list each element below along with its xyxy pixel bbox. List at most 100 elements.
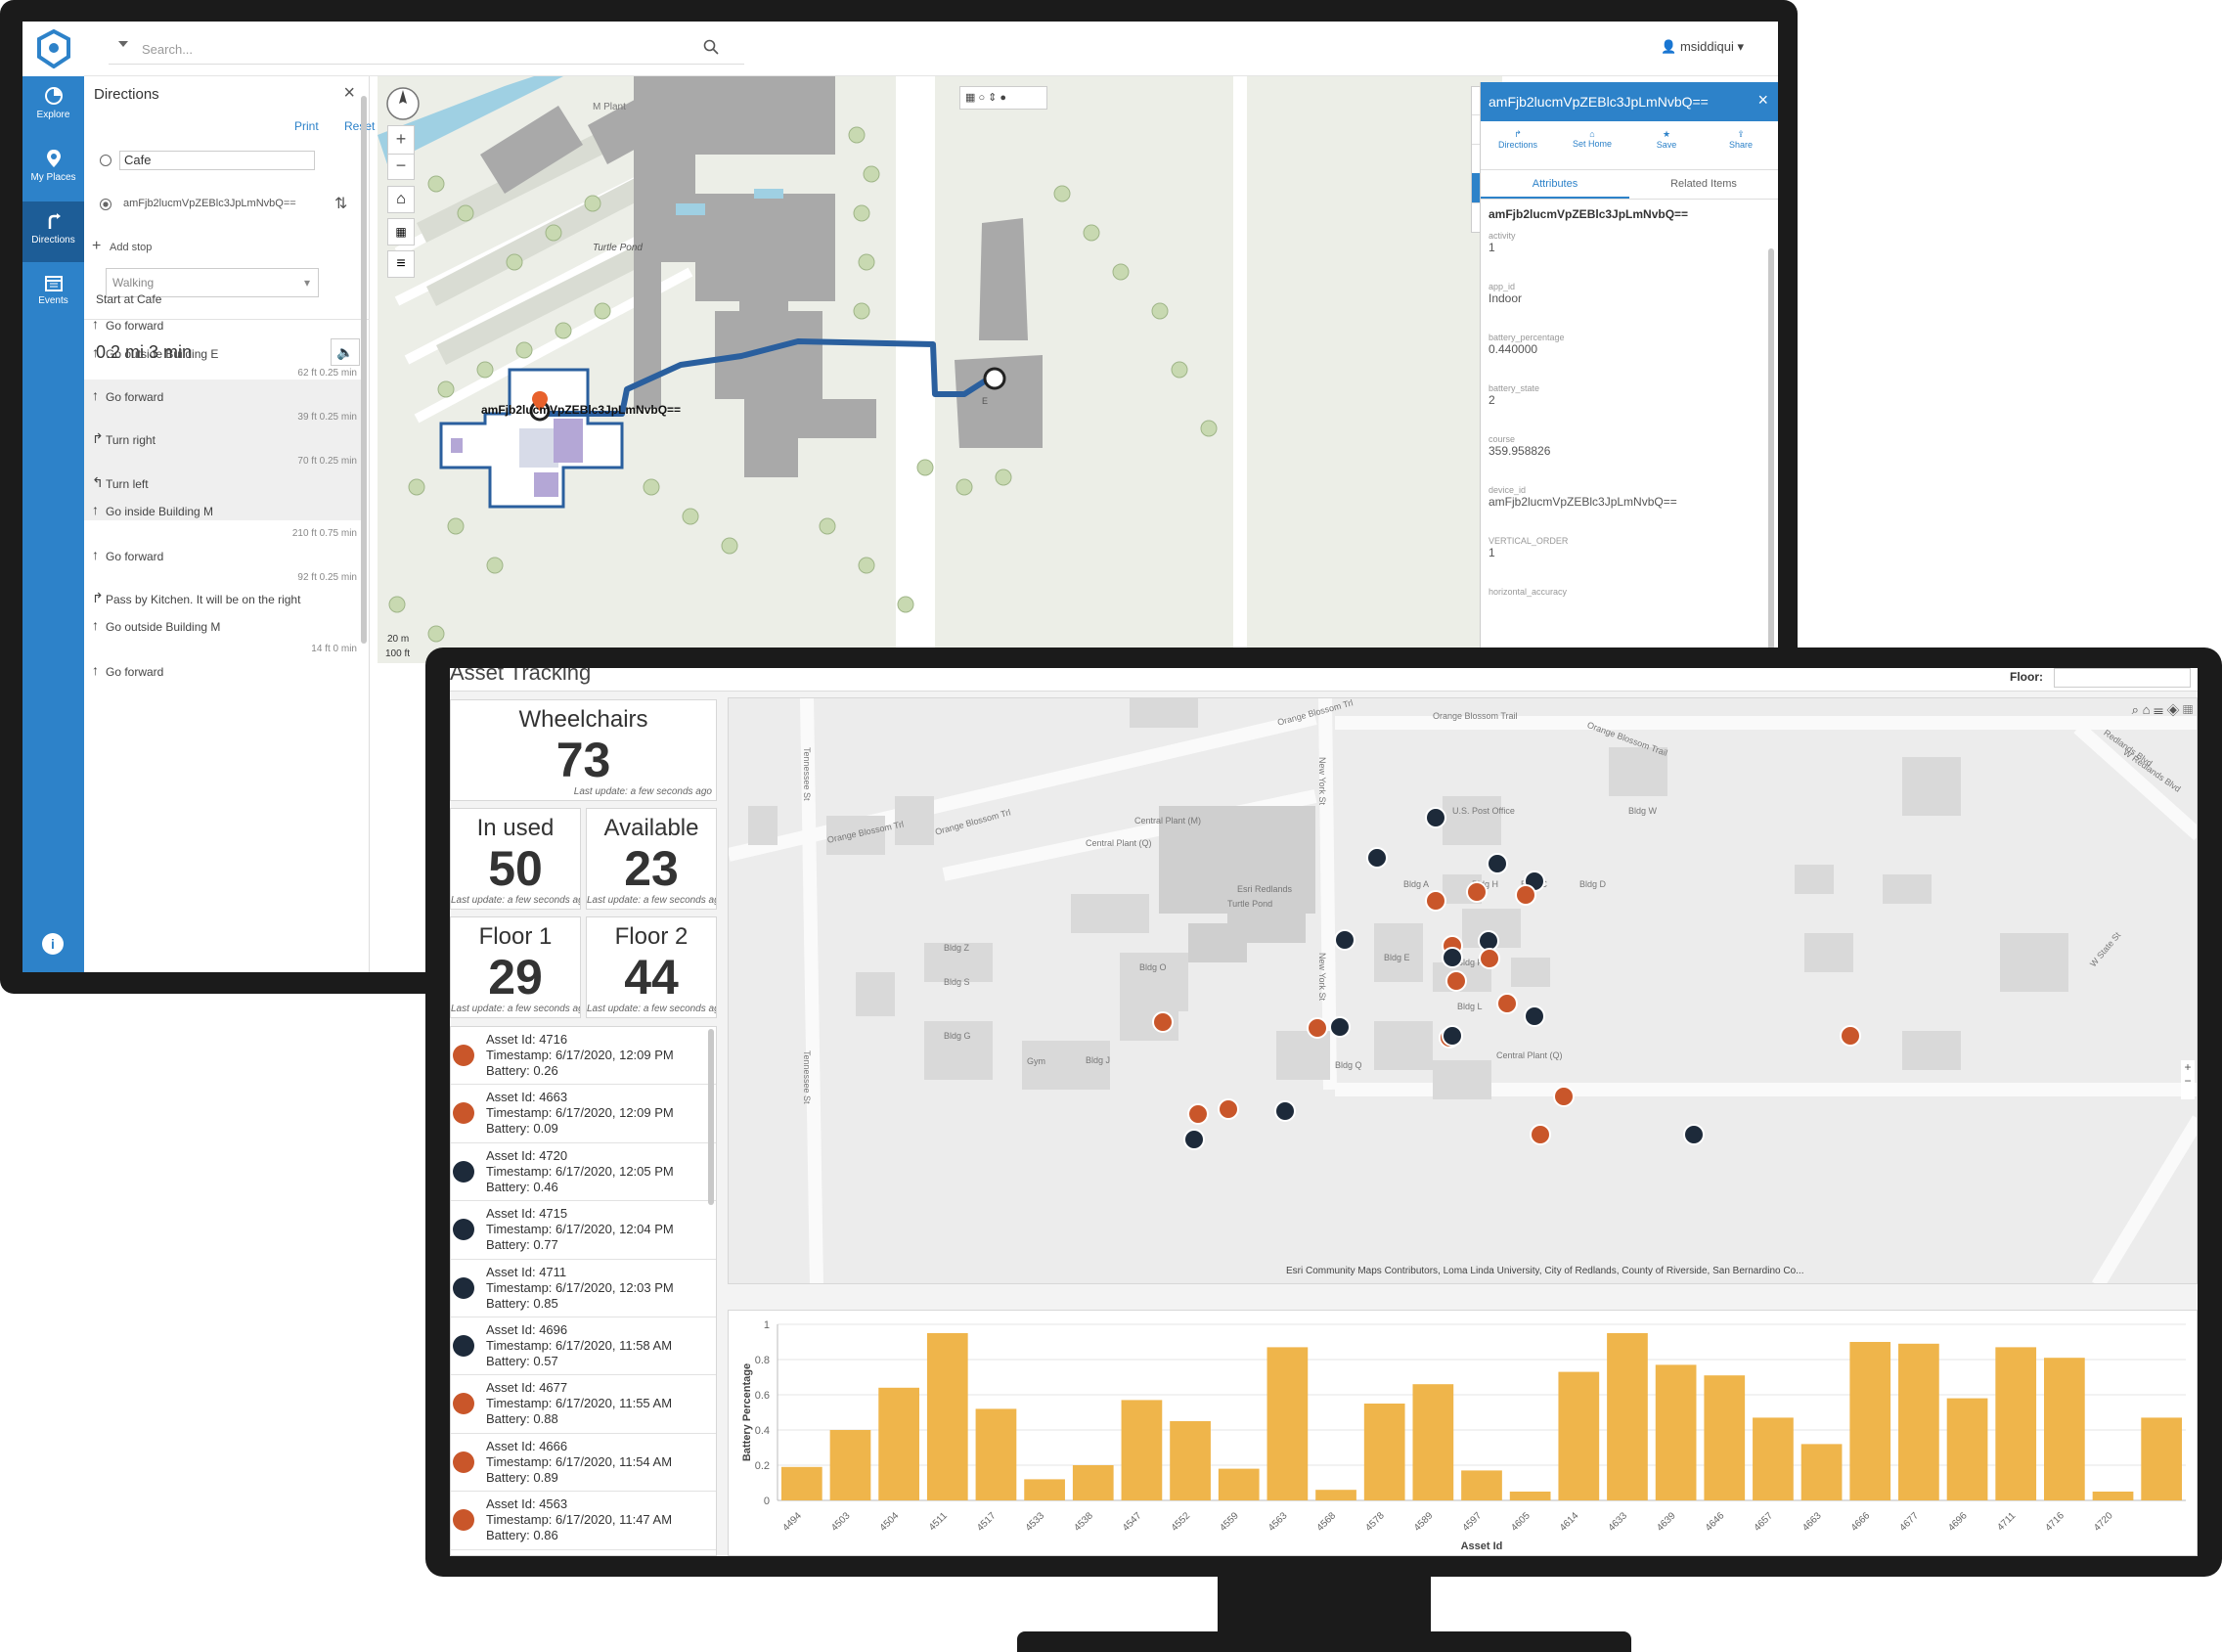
feature-panel: amFjb2lucmVpZEBlc3JpLmNvbQ== × ↱ Directio… (1480, 82, 1778, 663)
list-icon[interactable]: ☰ (2154, 702, 2163, 717)
add-stop-link[interactable]: Add stop (110, 242, 152, 253)
tab-related-items[interactable]: Related Items (1629, 170, 1778, 199)
user-menu[interactable]: 👤 msiddiqui ▾ (1661, 39, 1744, 55)
app-logo[interactable] (22, 22, 84, 76)
available-wheelchair-marker[interactable] (1487, 853, 1508, 874)
layers-icon[interactable]: ◈ (2166, 702, 2179, 717)
tab-attributes[interactable]: Attributes (1481, 170, 1629, 199)
map-toolbar[interactable]: ▦ ○ ⇕ ● (959, 86, 1047, 110)
home-button[interactable]: ⌂ (387, 186, 415, 213)
zoom-in-button[interactable]: + (2181, 1060, 2195, 1074)
asset-list-item[interactable]: Asset Id: 4715 Timestamp: 6/17/2020, 12:0… (451, 1201, 716, 1260)
in-use-wheelchair-marker[interactable] (1306, 1017, 1328, 1039)
asset-list-item[interactable]: Asset Id: 4563 Timestamp: 6/17/2020, 11:4… (451, 1492, 716, 1550)
add-stop-icon[interactable]: + (92, 238, 101, 255)
save-action[interactable]: ★ Save (1629, 121, 1704, 169)
swap-icon[interactable]: ⇅ (334, 194, 347, 213)
attribute-key: device_id (1489, 485, 1527, 495)
asset-battery: Battery: 0.89 (486, 1469, 558, 1485)
grid-icon[interactable]: ▦ (2183, 702, 2193, 717)
asset-id: Asset Id: 4663 (486, 1090, 568, 1105)
attribute-row: battery_state 2 (1481, 381, 1778, 432)
directions-action[interactable]: ↱ Directions (1481, 121, 1555, 169)
asset-list-item[interactable]: Asset Id: 4663 Timestamp: 6/17/2020, 12:0… (451, 1085, 716, 1143)
floor-filter-select[interactable] (2054, 668, 2191, 688)
wheelchair-icon (453, 1160, 474, 1183)
asset-list-scrollbar[interactable] (708, 1029, 714, 1205)
nav-my-places[interactable]: My Places (22, 139, 84, 200)
direction-step[interactable]: ↑ Go outside Building E (84, 344, 358, 361)
share-action[interactable]: ⇪ Share (1704, 121, 1778, 169)
available-wheelchair-marker[interactable] (1328, 1015, 1351, 1038)
reset-link[interactable]: Reset (344, 119, 375, 133)
asset-list-item[interactable]: Asset Id: 4696 Timestamp: 6/17/2020, 11:5… (451, 1317, 716, 1376)
travel-mode-value: Walking (112, 276, 155, 290)
feature-header: amFjb2lucmVpZEBlc3JpLmNvbQ== × (1481, 82, 1778, 121)
zoom-out-button[interactable]: − (2181, 1074, 2195, 1088)
asset-id: Asset Id: 4711 (486, 1264, 567, 1279)
search-icon[interactable]: ⌕ (2132, 702, 2139, 717)
available-wheelchair-marker[interactable] (1365, 847, 1388, 869)
available-wheelchair-marker[interactable] (1524, 1005, 1545, 1027)
in-use-wheelchair-marker[interactable] (1553, 1085, 1576, 1107)
print-link[interactable]: Print (294, 119, 319, 133)
in-use-wheelchair-marker[interactable] (1187, 1102, 1210, 1125)
card-wheelchairs-value: 73 (556, 733, 611, 787)
panel-scrollbar[interactable] (361, 96, 367, 644)
direction-step[interactable]: ↑ Go forward (84, 387, 358, 404)
nav-directions[interactable]: Directions (22, 201, 84, 262)
direction-step[interactable]: ↑ Go forward (84, 316, 358, 333)
indoor-map-canvas (378, 76, 1502, 663)
in-use-wheelchair-marker[interactable] (1217, 1097, 1239, 1120)
turn-left-icon: ↰ (92, 474, 104, 490)
bar (1412, 1384, 1454, 1500)
asset-list-item[interactable]: Asset Id: 4666 Timestamp: 6/17/2020, 11:5… (451, 1434, 716, 1493)
asset-battery: Battery: 0.57 (486, 1353, 558, 1368)
close-icon[interactable]: × (1757, 90, 1768, 111)
dashboard-title: Asset Tracking (450, 668, 592, 685)
indoor-map[interactable]: amFjb2lucmVpZEBlc3JpLmNvbQ== M Plant Tur… (378, 76, 1502, 663)
direction-step[interactable]: ↱ Pass by Kitchen. It will be on the righ… (84, 590, 358, 606)
wheelchair-icon (453, 1219, 474, 1241)
in-use-wheelchair-marker[interactable] (1514, 884, 1536, 907)
in-use-wheelchair-marker[interactable] (1529, 1124, 1551, 1146)
direction-step[interactable]: ↑ Go inside Building M (84, 502, 358, 518)
zoom-in-button[interactable]: + (388, 126, 414, 154)
info-icon[interactable]: i (42, 933, 64, 955)
card-wheelchairs-title: Wheelchairs (518, 706, 648, 733)
explore-icon (44, 87, 63, 105)
nav-explore[interactable]: Explore (22, 76, 84, 137)
direction-step[interactable]: ↑ Go forward (84, 547, 358, 563)
bar (1849, 1342, 1891, 1500)
search-input[interactable]: Search... (109, 35, 744, 65)
close-icon[interactable]: × (343, 82, 355, 105)
campus-map[interactable]: Orange Blossom Trl Orange Blossom Trl Oran… (728, 697, 2198, 1284)
feature-scrollbar[interactable] (1768, 248, 1774, 659)
in-use-wheelchair-marker[interactable] (1466, 880, 1489, 903)
origin-input[interactable]: Cafe (119, 151, 315, 170)
zoom-out-button[interactable]: − (388, 154, 414, 179)
nav-events[interactable]: Events (22, 264, 84, 325)
direction-step[interactable]: ↑ Go outside Building M (84, 617, 358, 634)
in-use-wheelchair-marker[interactable] (1495, 992, 1518, 1014)
layers-button[interactable]: ≡ (387, 250, 415, 278)
direction-step-distance: 14 ft 0 min (311, 644, 357, 654)
asset-list-item[interactable]: Asset Id: 4716 Timestamp: 6/17/2020, 12:0… (451, 1027, 716, 1086)
asset-list-item[interactable]: Asset Id: 4720 Timestamp: 6/17/2020, 12:0… (451, 1143, 716, 1202)
asset-list-item[interactable]: Asset Id: 4711 Timestamp: 6/17/2020, 12:0… (451, 1260, 716, 1317)
asset-list-item[interactable]: Asset Id: 4677 Timestamp: 6/17/2020, 11:5… (451, 1375, 716, 1434)
asset-id: Asset Id: 4696 (486, 1321, 568, 1337)
direction-step[interactable]: Start at Cafe (84, 292, 358, 306)
set-home-action[interactable]: ⌂ Set Home (1555, 121, 1629, 169)
home-icon[interactable]: ⌂ (2143, 702, 2151, 717)
direction-step[interactable]: ↰ Turn left (84, 474, 358, 491)
in-use-wheelchair-marker[interactable] (1152, 1011, 1174, 1033)
card-in-used-updated: Last update: a few seconds ago (451, 895, 581, 906)
direction-step[interactable]: ↑ Go forward (84, 662, 358, 679)
direction-step[interactable]: ↱ Turn right (84, 430, 358, 447)
search-icon[interactable] (703, 39, 719, 55)
basemap-button[interactable]: ▦ (387, 218, 415, 246)
map-label: Bldg W (1628, 806, 1658, 816)
map-label: Esri Redlands (1237, 884, 1293, 894)
destination-input[interactable]: amFjb2lucmVpZEBlc3JpLmNvbQ== (123, 198, 319, 209)
